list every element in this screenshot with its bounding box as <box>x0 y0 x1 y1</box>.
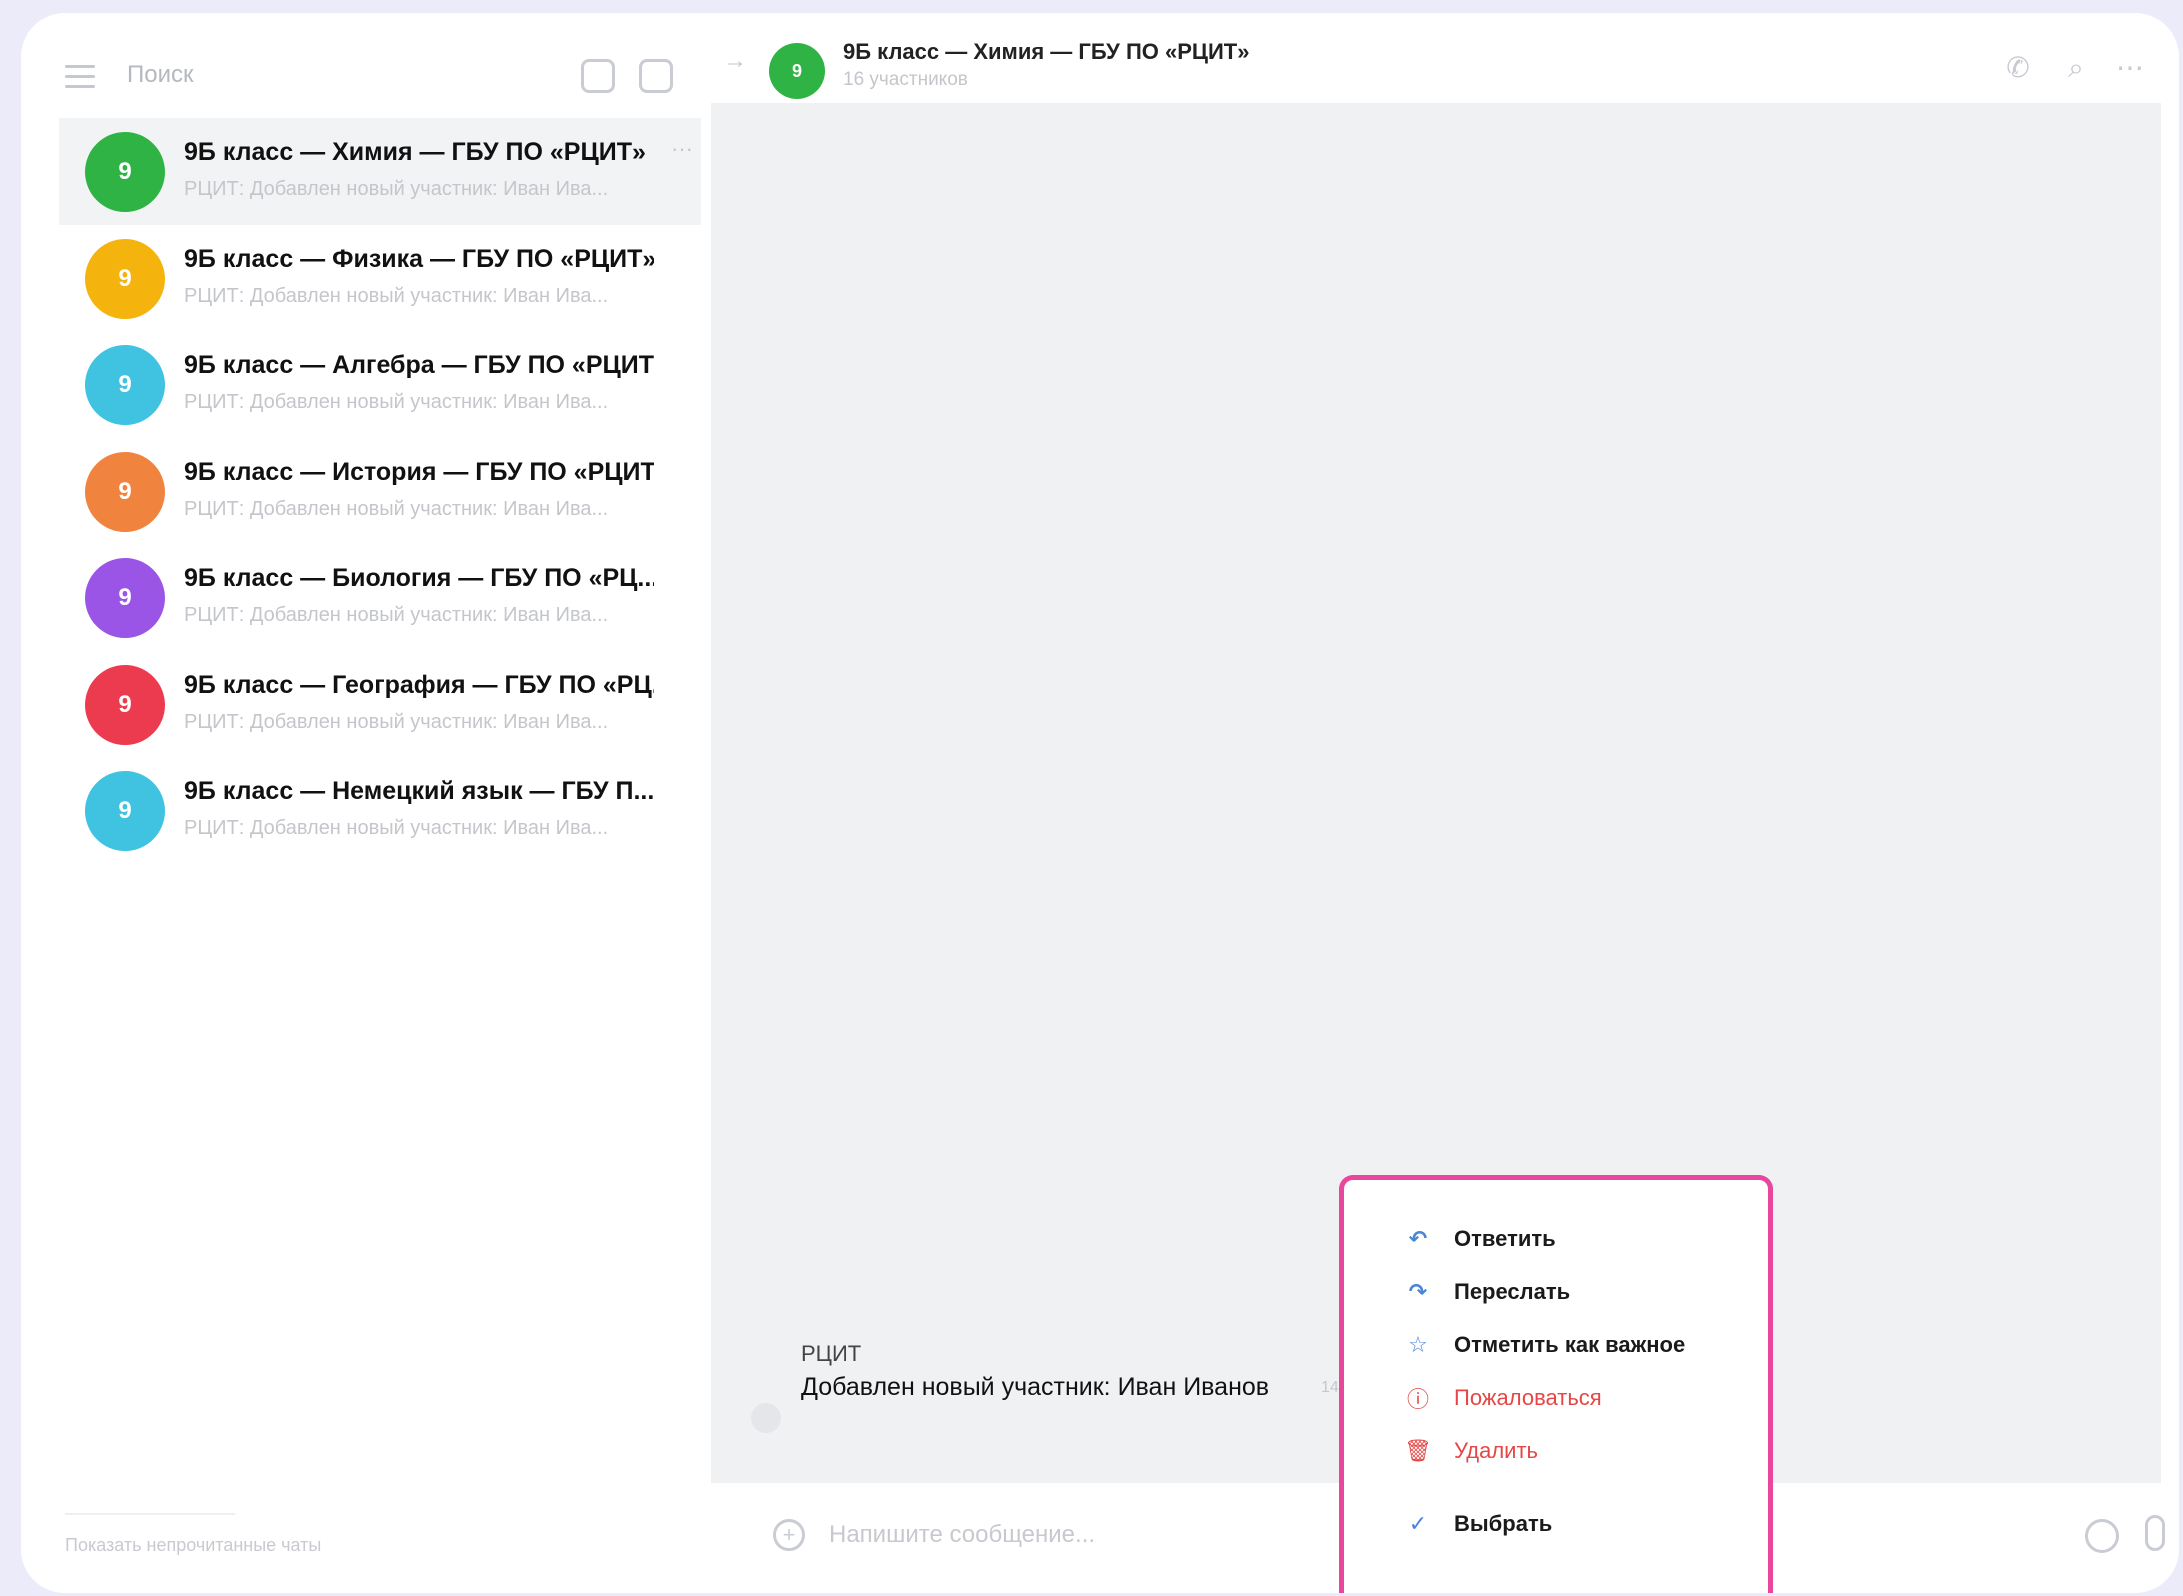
chat-title: 9Б класс — Физика — ГБУ ПО «РЦИТ» <box>184 244 654 273</box>
reply-icon: ↶ <box>1408 1226 1428 1251</box>
menu-item-forward[interactable]: ↷ Переслать <box>1404 1278 1570 1306</box>
menu-item-select[interactable]: ✓ Выбрать <box>1404 1510 1552 1538</box>
menu-item-label: Ответить <box>1454 1226 1556 1251</box>
chat-title: 9Б класс — Химия — ГБУ ПО «РЦИТ» <box>184 138 646 166</box>
warning-icon: ⓘ <box>1406 1387 1429 1412</box>
avatar: 9 <box>85 558 165 638</box>
star-icon: ☆ <box>1408 1332 1428 1357</box>
compose-icon[interactable] <box>639 59 673 93</box>
chat-list-item[interactable]: 9 9Б класс — Алгебра — ГБУ ПО «РЦИТ» РЦИ… <box>59 331 701 438</box>
chat-preview: РЦИТ: Добавлен новый участник: Иван Ива.… <box>184 710 609 733</box>
avatar: 9 <box>85 238 165 319</box>
message-bubble[interactable]: РЦИТ Добавлен новый участник: Иван Ивано… <box>801 1341 1361 1402</box>
chat-list-item[interactable]: 9 9Б класс — Немецкий язык — ГБУ П... РЦ… <box>59 757 701 864</box>
chat-avatar[interactable]: 9 <box>769 43 825 99</box>
forward-icon: ↷ <box>1408 1279 1428 1304</box>
chat-preview: РЦИТ: Добавлен новый участник: Иван Ива.… <box>184 497 609 520</box>
chat-preview: РЦИТ: Добавлен новый участник: Иван Ива.… <box>184 817 609 839</box>
menu-item-label: Пожаловаться <box>1454 1385 1602 1410</box>
search-icon[interactable]: ⌕ <box>2059 51 2093 85</box>
menu-item-label: Выбрать <box>1454 1511 1553 1536</box>
menu-item-report[interactable]: ⓘ Пожаловаться <box>1404 1384 1602 1412</box>
chat-list-item[interactable]: 9 9Б класс — Химия — ГБУ ПО «РЦИТ» РЦИТ:… <box>59 118 701 225</box>
trash-icon: 🗑 <box>1404 1438 1432 1463</box>
chat-list-item[interactable]: 9 9Б класс — Биология — ГБУ ПО «РЦ... РЦ… <box>59 544 701 651</box>
back-arrow-icon[interactable]: → <box>723 47 747 75</box>
more-icon[interactable]: ⋯ <box>2113 51 2147 85</box>
avatar: 9 <box>85 345 165 425</box>
chat-header-subtitle[interactable]: 16 участников <box>843 69 968 91</box>
chat-title: 9Б класс — Биология — ГБУ ПО «РЦ... <box>184 564 654 592</box>
chat-list-item[interactable]: 9 9Б класс — Физика — ГБУ ПО «РЦИТ» РЦИТ… <box>59 225 701 332</box>
message-text: Добавлен новый участник: Иван Иванов <box>801 1373 1270 1401</box>
more-icon[interactable]: ··· <box>671 136 693 162</box>
show-unread-link[interactable]: Показать непрочитанные чаты <box>65 1535 321 1556</box>
message-input[interactable]: Напишите сообщение... <box>829 1521 1095 1549</box>
avatar: 9 <box>85 664 165 745</box>
chat-title: 9Б класс — География — ГБУ ПО «РЦ... <box>184 670 654 699</box>
chat-list-item[interactable]: 9 9Б класс — История — ГБУ ПО «РЦИТ» РЦИ… <box>59 438 701 545</box>
chat-list: 9 9Б класс — Химия — ГБУ ПО «РЦИТ» РЦИТ:… <box>59 118 701 864</box>
chat-header-title[interactable]: 9Б класс — Химия — ГБУ ПО «РЦИТ» <box>843 39 1249 65</box>
emoji-icon[interactable] <box>2085 1519 2119 1553</box>
chat-preview: РЦИТ: Добавлен новый участник: Иван Ива.… <box>184 284 609 307</box>
search-input[interactable]: Поиск <box>127 61 194 89</box>
call-icon[interactable]: ✆ <box>2001 51 2035 85</box>
check-circle-icon: ✓ <box>1408 1511 1428 1536</box>
menu-item-label: Удалить <box>1454 1438 1538 1463</box>
chat-preview: РЦИТ: Добавлен новый участник: Иван Ива.… <box>184 391 609 413</box>
avatar: 9 <box>85 132 165 212</box>
sidebar-header: Поиск <box>21 43 701 113</box>
menu-item-label: Отметить как важное <box>1454 1332 1686 1357</box>
chat-preview: РЦИТ: Добавлен новый участник: Иван Ива.… <box>184 178 609 200</box>
menu-item-mark-important[interactable]: ☆ Отметить как важное <box>1404 1331 1685 1359</box>
chat-title: 9Б класс — Алгебра — ГБУ ПО «РЦИТ» <box>184 351 654 379</box>
message-sender: РЦИТ <box>801 1341 862 1366</box>
chat-preview: РЦИТ: Добавлен новый участник: Иван Ива.… <box>184 604 609 626</box>
avatar: 9 <box>85 771 165 851</box>
chat-title: 9Б класс — История — ГБУ ПО «РЦИТ» <box>184 457 654 486</box>
divider <box>65 1513 235 1515</box>
chat-list-item[interactable]: 9 9Б класс — География — ГБУ ПО «РЦ... Р… <box>59 651 701 758</box>
chat-title: 9Б класс — Немецкий язык — ГБУ П... <box>184 777 654 805</box>
avatar: 9 <box>85 451 165 532</box>
message-avatar <box>751 1403 781 1433</box>
attach-icon[interactable]: + <box>773 1519 805 1551</box>
menu-item-reply[interactable]: ↶ Ответить <box>1404 1225 1556 1253</box>
sidebar: Поиск 9 9Б класс — Химия — ГБУ ПО «РЦИТ»… <box>21 13 701 1593</box>
new-chat-icon[interactable] <box>581 59 615 93</box>
microphone-icon[interactable] <box>2145 1515 2165 1551</box>
menu-item-delete[interactable]: 🗑 Удалить <box>1404 1437 1538 1465</box>
menu-icon[interactable] <box>65 65 95 89</box>
app-window: Поиск 9 9Б класс — Химия — ГБУ ПО «РЦИТ»… <box>21 13 2179 1593</box>
menu-item-label: Переслать <box>1454 1279 1571 1304</box>
